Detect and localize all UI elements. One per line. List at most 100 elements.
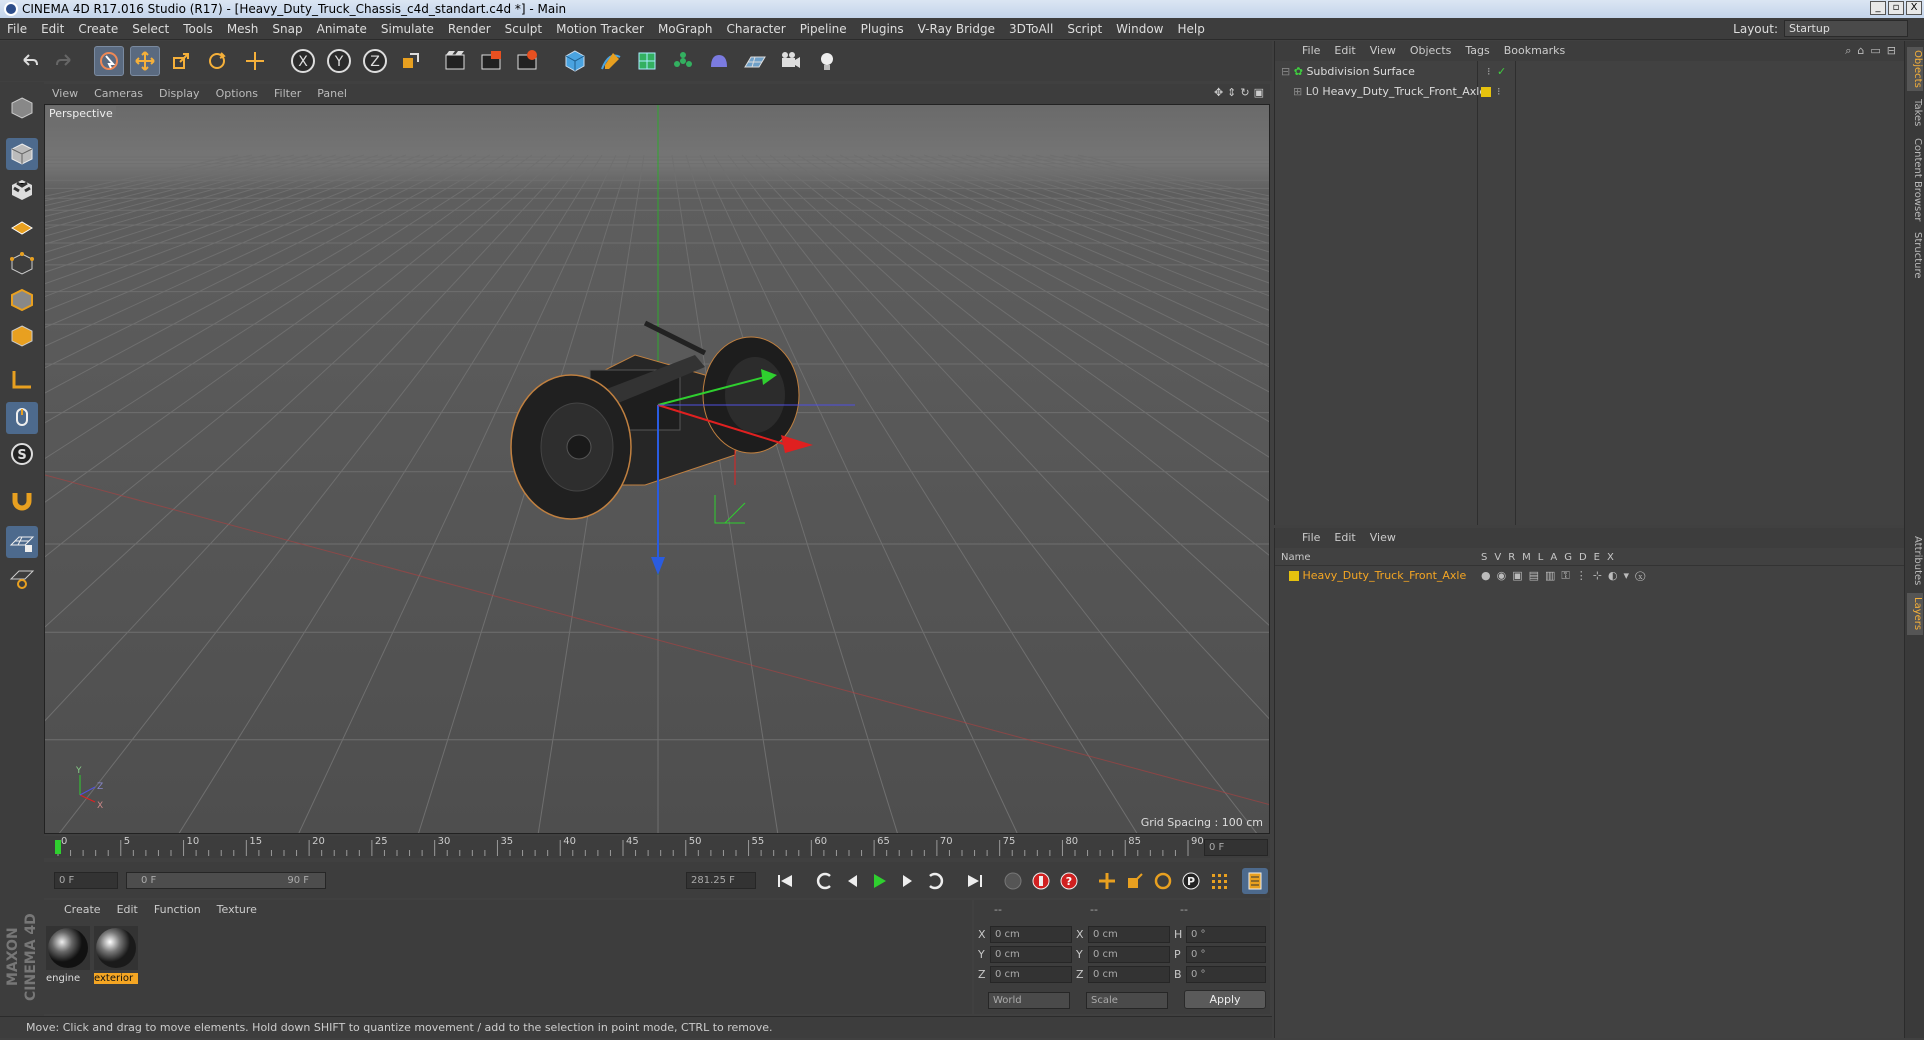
tab-takes[interactable]: Takes — [1907, 95, 1923, 131]
object-expand-icon[interactable]: ⊟ — [1887, 44, 1896, 58]
layer-column-header[interactable]: D — [1579, 552, 1587, 563]
expand-icon[interactable]: ⊞ — [1293, 85, 1302, 98]
layer-color-icon[interactable] — [1289, 571, 1299, 581]
scale-icon[interactable] — [166, 46, 196, 76]
edges-mode-icon[interactable] — [6, 284, 38, 316]
workplane-icon[interactable] — [6, 562, 38, 594]
move-icon[interactable] — [130, 46, 160, 76]
menu-snap[interactable]: Snap — [265, 18, 309, 40]
menu-mesh[interactable]: Mesh — [220, 18, 266, 40]
axis-mode-icon[interactable] — [6, 364, 38, 396]
menu-mograph[interactable]: MoGraph — [651, 18, 720, 40]
collapse-icon[interactable]: ⊟ — [1281, 65, 1290, 78]
end-frame-field[interactable]: 281.25 F — [686, 872, 756, 889]
material-engine[interactable]: engine — [46, 926, 90, 984]
viewport-pan-icon[interactable]: ✥ — [1214, 86, 1223, 99]
locked-workplane-icon[interactable] — [6, 526, 38, 558]
material-menu-edit[interactable]: Edit — [109, 900, 146, 920]
rotation-h-field[interactable]: 0 ° — [1186, 926, 1266, 943]
menu-animate[interactable]: Animate — [310, 18, 374, 40]
autokey-icon[interactable]: ? — [1056, 868, 1082, 894]
y-axis-icon[interactable]: Y — [324, 46, 354, 76]
menu-select[interactable]: Select — [125, 18, 176, 40]
maximize-button[interactable]: ▫ — [1888, 1, 1904, 15]
object-menu-edit[interactable]: Edit — [1327, 41, 1362, 61]
timeline-window-icon[interactable] — [1242, 868, 1268, 894]
rotation-p-field[interactable]: 0 ° — [1186, 946, 1266, 963]
position-z-field[interactable]: 0 cm — [990, 966, 1072, 983]
subdivision-icon[interactable] — [632, 46, 662, 76]
snap-icon[interactable]: S — [6, 438, 38, 470]
object-row-front-axle[interactable]: ⊞ L0 Heavy_Duty_Truck_Front_Axle ⁝ — [1293, 83, 1893, 101]
object-home-icon[interactable]: ⌂ — [1857, 44, 1864, 58]
menu-plugins[interactable]: Plugins — [854, 18, 911, 40]
layer-row-front-axle[interactable]: Heavy_Duty_Truck_Front_Axle ●◉▣▤▥⚿⋮⊹◐▾ⓧ — [1289, 567, 1889, 585]
next-frame-icon[interactable] — [894, 868, 920, 894]
layer-column-header[interactable]: E — [1594, 552, 1600, 563]
rotation-b-field[interactable]: 0 ° — [1186, 966, 1266, 983]
size-mode-dropdown[interactable]: Scale — [1086, 992, 1168, 1009]
tab-objects[interactable]: Objects — [1907, 47, 1923, 91]
render-settings-icon[interactable] — [512, 46, 542, 76]
viewport-menu-cameras[interactable]: Cameras — [86, 84, 151, 104]
goto-end-icon[interactable] — [962, 868, 988, 894]
timeline[interactable]: 0 5 10 15 20 25 30 35 40 45 50 55 60 65 70 75 80 85 90 0 F — [44, 836, 1270, 858]
object-row-subdivision[interactable]: ⊟ ✿ Subdivision Surface ⁝ ✓ — [1281, 63, 1901, 81]
layer-column-header[interactable]: G — [1564, 552, 1572, 563]
cube-icon[interactable] — [560, 46, 590, 76]
menu-file[interactable]: File — [0, 18, 34, 40]
layer-column-header[interactable]: M — [1522, 552, 1531, 563]
layer-column-header[interactable]: A — [1550, 552, 1557, 563]
menu-vray-bridge[interactable]: V-Ray Bridge — [911, 18, 1002, 40]
render-picture-viewer-icon[interactable] — [476, 46, 506, 76]
object-search-icon[interactable]: ⌕ — [1845, 44, 1851, 58]
menu-pipeline[interactable]: Pipeline — [793, 18, 854, 40]
undo-icon[interactable] — [14, 46, 44, 76]
object-hide-icon[interactable]: ▭ — [1870, 44, 1880, 58]
deformer-icon[interactable] — [704, 46, 734, 76]
magnet-icon[interactable] — [6, 484, 38, 516]
viewport-menu-view[interactable]: View — [44, 84, 86, 104]
key-scale-icon[interactable] — [1122, 868, 1148, 894]
menu-character[interactable]: Character — [719, 18, 792, 40]
layer-column-header[interactable]: R — [1508, 552, 1515, 563]
position-y-field[interactable]: 0 cm — [990, 946, 1072, 963]
goto-start-icon[interactable] — [772, 868, 798, 894]
preview-range-slider[interactable]: 0 F 90 F — [126, 872, 326, 889]
current-frame-field[interactable]: 0 F — [1204, 839, 1268, 856]
record-active-objects-icon[interactable] — [1028, 868, 1054, 894]
tweak-mode-icon[interactable] — [6, 402, 38, 434]
material-menu-function[interactable]: Function — [146, 900, 209, 920]
menu-create[interactable]: Create — [71, 18, 125, 40]
viewport-maximize-icon[interactable]: ▣ — [1254, 86, 1264, 99]
redo-icon[interactable] — [50, 46, 80, 76]
recent-tool-icon[interactable] — [240, 46, 270, 76]
object-menu-bookmarks[interactable]: Bookmarks — [1497, 41, 1572, 61]
texture-mode-icon[interactable] — [6, 174, 38, 206]
polygons-mode-icon[interactable] — [6, 320, 38, 352]
front-axle-visibility-icon[interactable]: ⁝ — [1497, 83, 1501, 101]
layer-column-header[interactable]: L — [1538, 552, 1544, 563]
object-menu-view[interactable]: View — [1363, 41, 1403, 61]
workplane-mode-icon[interactable] — [6, 210, 38, 242]
goto-prev-key-icon[interactable] — [812, 868, 838, 894]
viewport-menu-options[interactable]: Options — [208, 84, 266, 104]
size-y-field[interactable]: 0 cm — [1088, 946, 1170, 963]
subdivision-visibility-icon[interactable]: ⁝ — [1487, 63, 1491, 81]
light-icon[interactable] — [812, 46, 842, 76]
layer-menu-file[interactable]: File — [1295, 528, 1327, 548]
menu-motion-tracker[interactable]: Motion Tracker — [549, 18, 651, 40]
viewport-menu-filter[interactable]: Filter — [266, 84, 309, 104]
render-view-icon[interactable] — [440, 46, 470, 76]
array-icon[interactable] — [668, 46, 698, 76]
menu-script[interactable]: Script — [1060, 18, 1109, 40]
pen-spline-icon[interactable] — [596, 46, 626, 76]
prev-frame-icon[interactable] — [840, 868, 866, 894]
size-x-field[interactable]: 0 cm — [1088, 926, 1170, 943]
layout-dropdown[interactable]: Startup — [1784, 20, 1908, 37]
viewport-zoom-icon[interactable]: ⇕ — [1227, 86, 1236, 99]
layer-toggle-icons[interactable]: ●◉▣▤▥⚿⋮⊹◐▾ⓧ — [1481, 567, 1651, 585]
menu-help[interactable]: Help — [1170, 18, 1211, 40]
layer-column-header[interactable]: S — [1481, 552, 1487, 563]
menu-edit[interactable]: Edit — [34, 18, 71, 40]
